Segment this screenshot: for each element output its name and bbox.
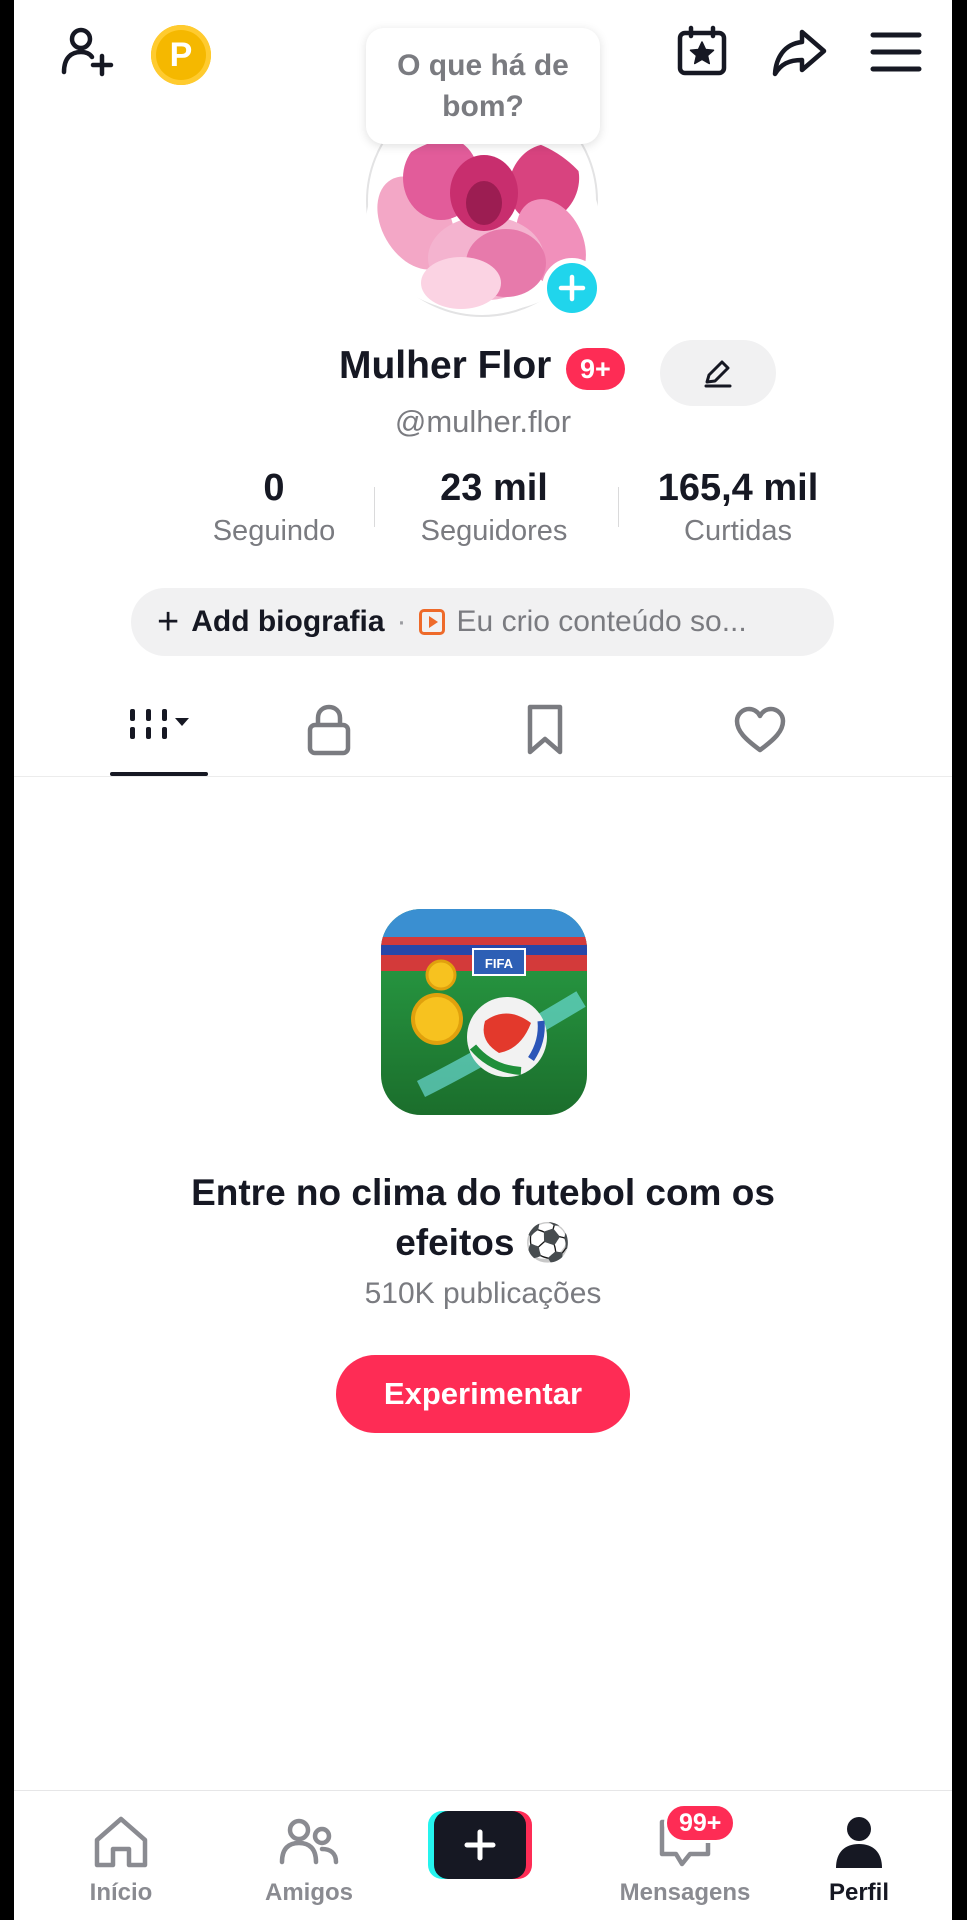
stat-likes[interactable]: 165,4 mil Curtidas	[628, 465, 848, 551]
promo-post-count: 510K publicações	[364, 1277, 602, 1310]
stat-likes-label: Curtidas	[684, 515, 792, 547]
stat-followers[interactable]: 23 mil Seguidores	[384, 465, 604, 551]
profile-handle: @mulher.flor	[394, 404, 572, 439]
profile-icon	[774, 1813, 944, 1871]
nav-home[interactable]: Início	[36, 1791, 206, 1920]
tab-saved[interactable]	[485, 690, 605, 770]
plus-icon	[434, 1811, 526, 1879]
bottom-navigation: Início Amigos Mensagens 99+ Perfil	[14, 1790, 952, 1920]
add-friend-icon[interactable]	[54, 20, 118, 84]
tab-videos[interactable]	[100, 690, 220, 770]
share-icon[interactable]	[767, 20, 831, 84]
stat-divider	[618, 487, 619, 527]
menu-icon[interactable]	[864, 20, 928, 84]
plus-icon: +	[157, 601, 180, 643]
fifa-label: FIFA	[485, 956, 514, 971]
promo-title: Entre no clima do futebol com os efeitos…	[191, 1172, 775, 1263]
profile-screen: P O que há de bom? Mulher Flor 9+ @mulhe…	[14, 0, 952, 1920]
nav-friends[interactable]: Amigos	[224, 1791, 394, 1920]
name-row: Mulher Flor 9+	[14, 340, 952, 406]
bio-promo-text: Eu crio conteúdo so...	[456, 605, 747, 638]
add-bio-label: Add biografia	[191, 605, 385, 638]
chevron-down-icon	[175, 718, 189, 726]
stat-divider	[374, 487, 375, 527]
try-effect-button[interactable]: Experimentar	[336, 1355, 630, 1433]
status-bubble[interactable]: O que há de bom?	[366, 28, 600, 144]
coins-icon[interactable]: P	[151, 25, 211, 85]
stat-followers-value: 23 mil	[440, 467, 548, 509]
nav-profile[interactable]: Perfil	[774, 1791, 944, 1920]
stat-following-label: Seguindo	[212, 515, 336, 547]
name-badge[interactable]: 9+	[566, 348, 625, 390]
create-button[interactable]	[428, 1811, 532, 1879]
stat-following[interactable]: 0 Seguindo	[164, 465, 384, 551]
edit-profile-button[interactable]	[660, 340, 776, 406]
tab-private[interactable]	[269, 690, 389, 770]
stat-likes-value: 165,4 mil	[657, 467, 819, 509]
add-bio-button[interactable]: + Add biografia · Eu crio conteúdo so...	[131, 588, 834, 656]
football-effect-image[interactable]: FIFA	[381, 909, 587, 1115]
video-promo-icon	[418, 609, 445, 635]
home-icon	[36, 1813, 206, 1871]
nav-profile-label: Perfil	[828, 1879, 890, 1906]
tab-selected-indicator	[110, 772, 208, 776]
stat-following-value: 0	[263, 467, 285, 509]
status-bubble-text: O que há de bom?	[397, 49, 569, 123]
stat-followers-label: Seguidores	[420, 515, 568, 547]
add-avatar-button[interactable]	[542, 258, 602, 318]
friends-icon	[224, 1813, 394, 1871]
messages-badge: 99+	[664, 1803, 737, 1843]
content-tabs	[14, 690, 952, 777]
calendar-icon[interactable]	[670, 20, 734, 84]
stats-row: 0 Seguindo 23 mil Seguidores 165,4 mil C…	[164, 465, 824, 555]
tab-liked[interactable]	[700, 690, 820, 770]
nav-home-label: Início	[89, 1879, 153, 1906]
bio-separator: ·	[396, 605, 407, 638]
nav-friends-label: Amigos	[264, 1879, 353, 1906]
profile-name: Mulher Flor	[339, 344, 552, 387]
nav-messages-label: Mensagens	[619, 1879, 751, 1906]
